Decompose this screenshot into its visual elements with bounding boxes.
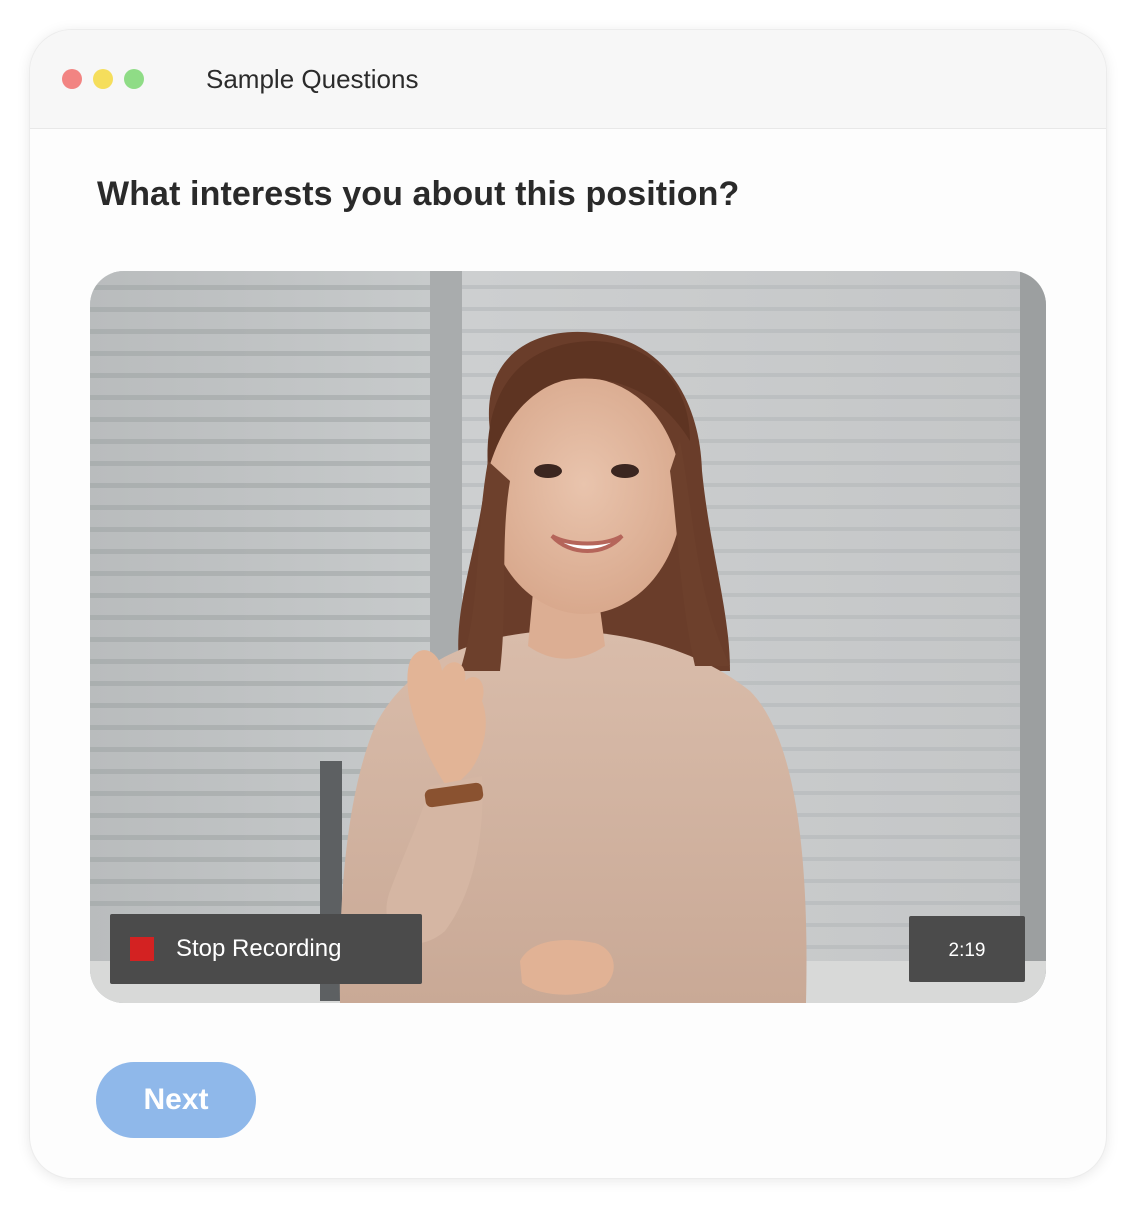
video-preview: Stop Recording 2:19 xyxy=(90,271,1046,1003)
stop-recording-label: Stop Recording xyxy=(176,935,342,962)
recording-timer: 2:19 xyxy=(909,916,1025,982)
next-button[interactable]: Next xyxy=(96,1062,256,1138)
title-bar: Sample Questions xyxy=(30,30,1106,129)
stop-recording-button[interactable]: Stop Recording xyxy=(110,914,422,984)
close-window-button[interactable] xyxy=(62,69,82,89)
minimize-window-button[interactable] xyxy=(93,69,113,89)
window-title: Sample Questions xyxy=(206,64,419,94)
stop-recording-icon xyxy=(130,937,154,961)
maximize-window-button[interactable] xyxy=(124,69,144,89)
question-heading: What interests you about this position? xyxy=(97,175,740,213)
webcam-feed-image xyxy=(90,271,1046,1003)
recording-timer-text: 2:19 xyxy=(948,940,986,961)
app-window: Sample Questions What interests you abou… xyxy=(30,30,1106,1178)
